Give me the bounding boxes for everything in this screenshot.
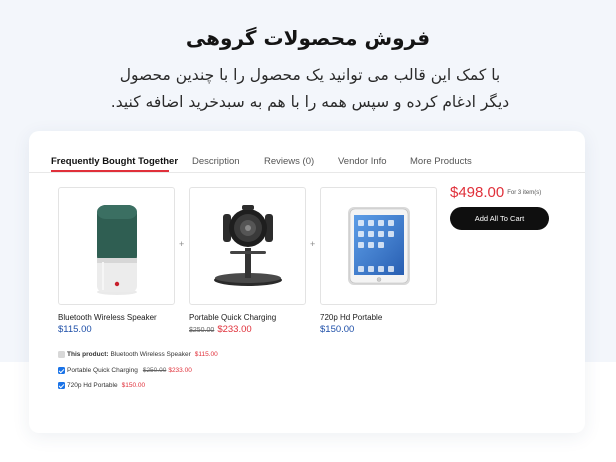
hero-description: با کمک این قالب می توانید یک محصول را با… <box>110 66 510 111</box>
checklist-item-price: $115.00 <box>194 351 218 358</box>
checkbox-checked[interactable] <box>58 382 65 389</box>
checklist-item-price: $233.00 <box>168 367 192 374</box>
product-price-old: $250.00 <box>189 327 215 334</box>
product-price: $250.00 $233.00 <box>189 324 252 335</box>
checklist-item-name: 720p Hd Portable <box>67 382 118 389</box>
tab-frequently-bought-together[interactable]: Frequently Bought Together <box>51 156 178 167</box>
active-tab-underline <box>51 170 169 172</box>
product-price: $150.00 <box>320 324 354 335</box>
plus-separator: + <box>310 239 316 249</box>
bundle-total: $498.00 For 3 item(s) <box>450 184 541 202</box>
product-card-charger[interactable] <box>189 187 306 305</box>
total-item-count: For 3 item(s) <box>507 190 542 196</box>
product-tabs-card: Frequently Bought Together Description R… <box>29 131 585 433</box>
tab-more-products[interactable]: More Products <box>410 156 472 167</box>
add-all-to-cart-button[interactable]: Add All To Cart <box>450 207 549 230</box>
tab-reviews[interactable]: Reviews (0) <box>264 156 314 167</box>
plus-separator: + <box>179 239 185 249</box>
product-price-current: $150.00 <box>320 324 355 335</box>
speaker-image <box>97 205 137 295</box>
checklist-item[interactable]: 720p Hd Portable $150.00 <box>58 382 145 389</box>
checkbox-checked[interactable] <box>58 367 65 374</box>
product-name[interactable]: Portable Quick Charging <box>189 313 276 322</box>
product-price-current: $233.00 <box>217 324 252 335</box>
checklist-item[interactable]: Portable Quick Charging $250.00 $233.00 <box>58 367 192 374</box>
product-price: $115.00 <box>58 324 92 335</box>
checklist-item-price: $150.00 <box>121 382 146 389</box>
product-card-tablet[interactable] <box>320 187 437 305</box>
product-name[interactable]: 720p Hd Portable <box>320 313 382 322</box>
checklist-item-name: Bluetooth Wireless Speaker <box>110 351 191 358</box>
product-price-current: $115.00 <box>58 324 92 335</box>
product-name[interactable]: Bluetooth Wireless Speaker <box>58 313 157 322</box>
tab-description[interactable]: Description <box>192 156 240 167</box>
checklist-item-old-price: $250.00 <box>142 367 167 374</box>
tablet-image <box>348 207 410 285</box>
checklist-item: This product: Bluetooth Wireless Speaker… <box>58 351 218 358</box>
total-price: $498.00 <box>450 184 505 201</box>
product-card-speaker[interactable] <box>58 187 175 305</box>
tab-bar: Frequently Bought Together Description R… <box>29 131 585 173</box>
wireless-charger-image <box>214 205 282 286</box>
checkbox-disabled <box>58 351 65 358</box>
tab-vendor-info[interactable]: Vendor Info <box>338 156 387 167</box>
hero-title: فروش محصولات گروهی <box>185 26 431 50</box>
checklist-item-name: Portable Quick Charging <box>67 367 138 374</box>
this-product-label: This product: <box>67 351 109 358</box>
